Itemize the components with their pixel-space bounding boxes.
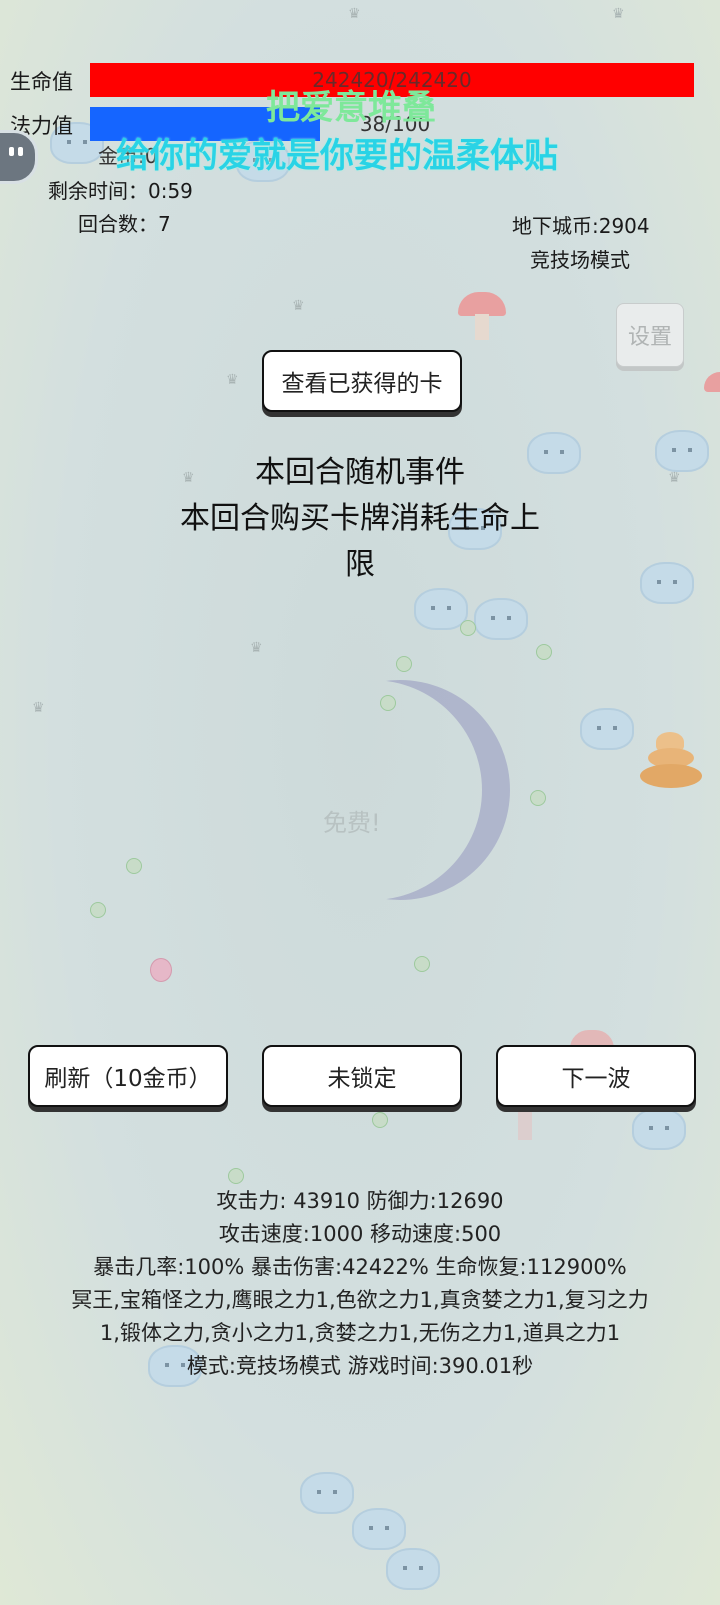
crown-icon: ♛ xyxy=(348,6,361,22)
mushroom-icon xyxy=(458,292,506,342)
crown-icon: ♛ xyxy=(292,298,305,314)
slime-icon xyxy=(386,1548,440,1590)
slime-icon xyxy=(580,708,634,750)
orb-icon xyxy=(460,620,476,636)
crown-icon: ♛ xyxy=(226,372,239,388)
free-label: 免费! xyxy=(323,809,381,837)
round-counter: 回合数：7 xyxy=(78,212,171,236)
orb-icon xyxy=(90,902,106,918)
slime-icon xyxy=(474,598,528,640)
orb-icon xyxy=(372,1112,388,1128)
slime-icon xyxy=(352,1508,406,1550)
stats-buffs-1: 冥王,宝箱怪之力,鹰眼之力1,色欲之力1,真贪婪之力1,复习之力 xyxy=(71,1288,649,1312)
slime-icon xyxy=(632,1108,686,1150)
stats-speed: 攻击速度:1000 移动速度:500 xyxy=(218,1222,502,1246)
settings-button[interactable]: 设置 xyxy=(616,303,684,367)
orb-icon xyxy=(414,956,430,972)
lyric-line-1: 把爱意堆叠 xyxy=(266,88,436,128)
mode-label: 竞技场模式 xyxy=(530,248,630,272)
stats-buffs-2: 1,锻体之力,贪小之力1,贪婪之力1,无伤之力1,道具之力1 xyxy=(99,1321,621,1345)
orb-icon xyxy=(396,656,412,672)
view-cards-button[interactable]: 查看已获得的卡 xyxy=(262,350,462,412)
orb-icon xyxy=(530,790,546,806)
stats-crit-regen: 暴击几率:100% 暴击伤害:42422% 生命恢复:112900% xyxy=(93,1255,627,1279)
next-wave-button[interactable]: 下一波 xyxy=(496,1045,696,1107)
lock-button[interactable]: 未锁定 xyxy=(262,1045,462,1107)
time-left: 剩余时间：0:59 xyxy=(48,179,193,203)
orb-icon xyxy=(228,1168,244,1184)
hp-label: 生命值 xyxy=(10,70,73,94)
orb-icon xyxy=(126,858,142,874)
dungeon-coins: 地下城币:2904 xyxy=(512,214,650,238)
stats-attack-defense: 攻击力: 43910 防御力:12690 xyxy=(216,1189,504,1213)
event-line-2: 限 xyxy=(345,547,375,582)
orb-icon xyxy=(536,644,552,660)
potion-icon xyxy=(150,958,172,982)
player-stats: 攻击力: 43910 防御力:12690 攻击速度:1000 移动速度:500 … xyxy=(0,1185,720,1383)
event-title: 本回合随机事件 xyxy=(255,455,465,490)
stats-mode-time: 模式:竞技场模式 游戏时间:390.01秒 xyxy=(186,1354,534,1378)
refresh-button[interactable]: 刷新（10金币） xyxy=(28,1045,228,1107)
crown-icon: ♛ xyxy=(32,700,45,716)
crescent-icon xyxy=(290,680,510,900)
event-line-1: 本回合购买卡牌消耗生命上 xyxy=(180,501,540,536)
slime-icon xyxy=(300,1472,354,1514)
crown-icon: ♛ xyxy=(250,640,263,656)
lyric-line-2: 给你的爱就是你要的温柔体贴 xyxy=(116,136,558,176)
poop-icon xyxy=(640,732,702,788)
crown-icon: ♛ xyxy=(612,6,625,22)
